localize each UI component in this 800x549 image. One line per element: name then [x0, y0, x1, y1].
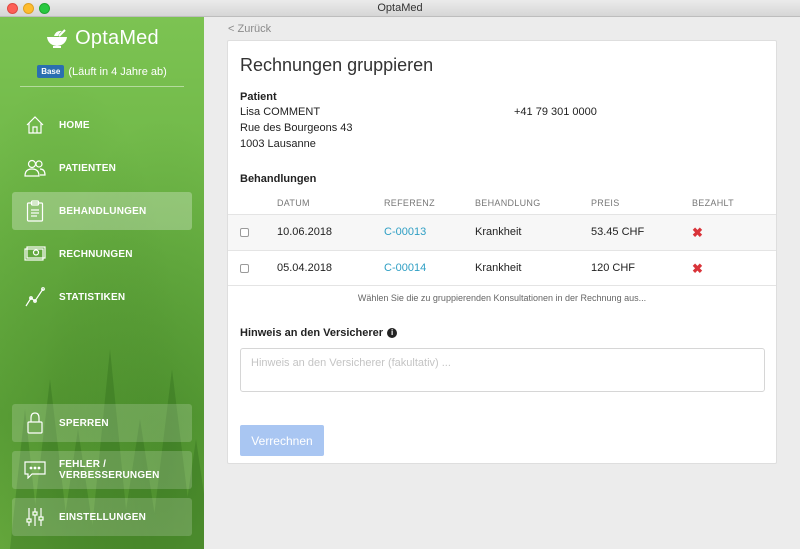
sidebar-item-label: EINSTELLUNGEN: [59, 511, 147, 523]
sidebar-item-label: SPERREN: [59, 417, 109, 429]
patients-icon: [24, 157, 46, 179]
chart-icon: [24, 286, 46, 308]
row-reference-link[interactable]: C-00013: [384, 226, 426, 238]
insurer-note-input[interactable]: [240, 348, 765, 392]
treatments-heading: Behandlungen: [240, 173, 317, 185]
main-content: < Zurück Rechnungen gruppieren Patient L…: [204, 17, 800, 549]
sidebar-item-lock[interactable]: SPERREN: [12, 404, 192, 442]
back-link[interactable]: < Zurück: [228, 23, 271, 35]
app-logo: OptaMed: [0, 27, 204, 50]
invoice-icon: [24, 243, 46, 265]
lock-icon: [24, 412, 46, 434]
row-date: 10.06.2018: [277, 226, 333, 238]
sidebar-divider: [20, 86, 184, 87]
row-treatment: Krankheit: [475, 262, 522, 274]
minimize-window-button[interactable]: [23, 3, 34, 14]
table-row: 05.04.2018 C-00014 Krankheit 120 CHF ✖: [228, 250, 776, 286]
table-row: 10.06.2018 C-00013 Krankheit 53.45 CHF ✖: [228, 214, 776, 250]
sidebar-item-feedback[interactable]: FEHLER / VERBESSERUNGEN: [12, 451, 192, 489]
zoom-window-button[interactable]: [39, 3, 50, 14]
brand-name: OptaMed: [75, 27, 159, 49]
row-reference-link[interactable]: C-00014: [384, 262, 426, 274]
submit-invoice-button[interactable]: Verrechnen: [240, 425, 324, 456]
home-icon: [24, 114, 46, 136]
row-treatment: Krankheit: [475, 226, 522, 238]
patient-phone: +41 79 301 0000: [514, 106, 597, 118]
sidebar-item-invoices[interactable]: RECHNUNGEN: [12, 235, 192, 273]
license-expiry: (Läuft in 4 Jahre ab): [68, 65, 167, 78]
patient-city: 1003 Lausanne: [240, 138, 316, 150]
sidebar-item-statistics[interactable]: STATISTIKEN: [12, 278, 192, 316]
sidebar-item-settings[interactable]: EINSTELLUNGEN: [12, 498, 192, 536]
group-invoices-card: Rechnungen gruppieren Patient Lisa COMME…: [227, 40, 777, 464]
clipboard-icon: [24, 200, 46, 222]
row-select-checkbox[interactable]: [240, 264, 249, 273]
sidebar-item-patients[interactable]: PATIENTEN: [12, 149, 192, 187]
patient-name: Lisa COMMENT: [240, 106, 321, 118]
sidebar-item-label: RECHNUNGEN: [59, 248, 133, 260]
sidebar-item-home[interactable]: HOME: [12, 106, 192, 144]
row-select-checkbox[interactable]: [240, 228, 249, 237]
table-header: DATUM REFERENZ BEHANDLUNG PREIS BEZAHLT: [228, 196, 776, 214]
close-window-button[interactable]: [7, 3, 18, 14]
column-header-date: DATUM: [277, 198, 310, 208]
sidebar-item-label: STATISTIKEN: [59, 291, 126, 303]
column-header-price: PREIS: [591, 198, 620, 208]
unpaid-cross-icon: ✖: [692, 261, 703, 276]
sidebar-item-label: BEHANDLUNGEN: [59, 205, 147, 217]
patient-street: Rue des Bourgeons 43: [240, 122, 353, 134]
settings-sliders-icon: [24, 506, 46, 528]
license-info: Base (Läuft in 4 Jahre ab): [0, 65, 204, 78]
window-titlebar: OptaMed: [0, 0, 800, 17]
sidebar-item-label: FEHLER / VERBESSERUNGEN: [59, 459, 160, 481]
selection-hint: Wählen Sie die zu gruppierenden Konsulta…: [357, 293, 647, 303]
info-icon[interactable]: i: [387, 328, 398, 338]
sidebar: OptaMed Base (Läuft in 4 Jahre ab) HOME …: [0, 17, 204, 549]
patient-heading: Patient: [240, 91, 277, 103]
column-header-paid: BEZAHLT: [692, 198, 734, 208]
feedback-icon: [24, 459, 46, 481]
mortar-icon: [47, 28, 68, 48]
row-price: 120 CHF: [591, 262, 636, 274]
window-title: OptaMed: [377, 2, 423, 14]
column-header-reference: REFERENZ: [384, 198, 435, 208]
page-title: Rechnungen gruppieren: [240, 55, 434, 75]
insurer-note-label: Hinweis an den Versicherer i: [240, 327, 398, 339]
row-price: 53.45 CHF: [591, 226, 645, 238]
license-badge: Base: [37, 65, 65, 78]
sidebar-item-treatments[interactable]: BEHANDLUNGEN: [12, 192, 192, 230]
unpaid-cross-icon: ✖: [692, 225, 703, 240]
sidebar-item-label: PATIENTEN: [59, 162, 116, 174]
column-header-treatment: BEHANDLUNG: [475, 198, 541, 208]
row-date: 05.04.2018: [277, 262, 333, 274]
sidebar-item-label: HOME: [59, 119, 90, 131]
insurer-note-label-text: Hinweis an den Versicherer: [240, 327, 384, 339]
